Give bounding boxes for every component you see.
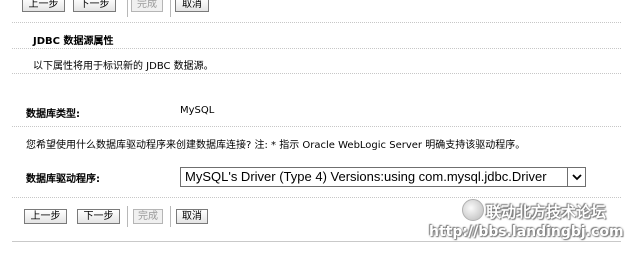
toolbar-separator bbox=[170, 206, 171, 227]
finish-button-top[interactable]: 完成 bbox=[131, 0, 163, 12]
driver-select[interactable]: MySQL's Driver (Type 4) Versions:using c… bbox=[180, 167, 586, 187]
db-driver-label-text: 数据库驱动程序: bbox=[26, 174, 100, 185]
toolbar-separator bbox=[127, 0, 128, 17]
cancel-button-bottom[interactable]: 取消 bbox=[176, 209, 208, 224]
db-type-label: 数据库类型: bbox=[26, 109, 80, 120]
divider bbox=[12, 48, 621, 49]
cancel-button-top[interactable]: 取消 bbox=[175, 0, 209, 12]
chevron-down-icon bbox=[571, 174, 582, 181]
back-button-bottom[interactable]: 上一步 bbox=[24, 209, 67, 224]
watermark-url: http://bbs.landingbj.com bbox=[429, 224, 624, 240]
dropdown-button[interactable] bbox=[567, 168, 585, 186]
watermark-title: 联动北方技术论坛 bbox=[486, 203, 607, 221]
divider bbox=[12, 126, 621, 127]
divider bbox=[12, 73, 621, 74]
forum-logo-icon bbox=[462, 199, 484, 221]
next-button-top[interactable]: 下一步 bbox=[73, 0, 116, 12]
toolbar-separator bbox=[127, 206, 128, 227]
divider bbox=[12, 197, 621, 198]
next-button-bottom[interactable]: 下一步 bbox=[77, 209, 120, 224]
driver-select-value: MySQL's Driver (Type 4) Versions:using c… bbox=[185, 169, 547, 184]
driver-question-text: 您希望使用什么数据库驱动程序来创建数据库连接? 注: * 指示 Oracle W… bbox=[26, 140, 526, 151]
toolbar-separator bbox=[170, 0, 171, 17]
divider bbox=[12, 22, 621, 23]
finish-button-bottom[interactable]: 完成 bbox=[133, 209, 163, 224]
back-button-top[interactable]: 上一步 bbox=[22, 0, 65, 12]
db-type-value: MySQL bbox=[180, 105, 215, 116]
section-title: JDBC 数据源属性 bbox=[33, 36, 114, 47]
footer-divider bbox=[12, 241, 621, 242]
section-description: 以下属性将用于标识新的 JDBC 数据源。 bbox=[33, 61, 214, 72]
